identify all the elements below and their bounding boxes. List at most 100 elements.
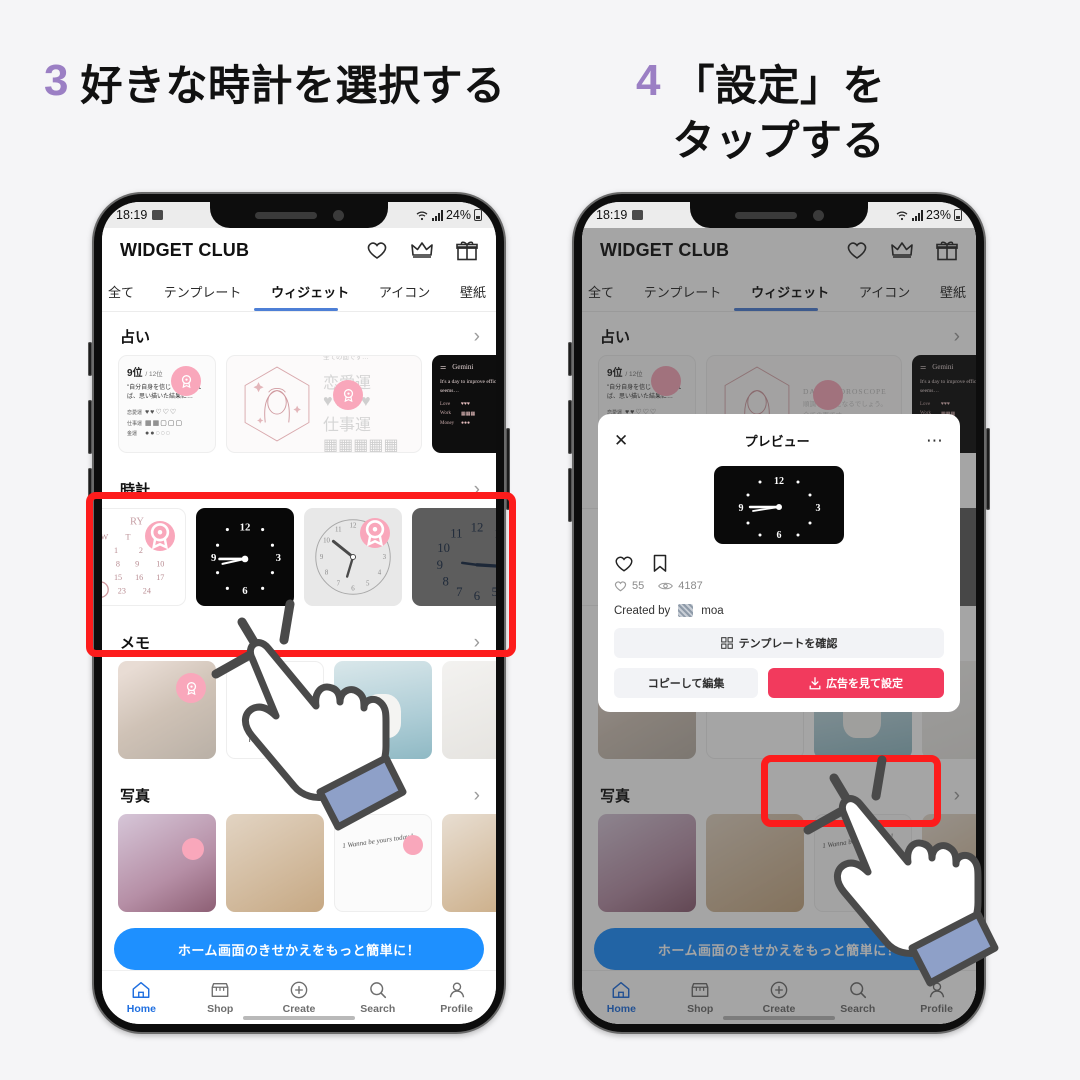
wifi-icon <box>416 211 428 220</box>
status-time: 18:19 <box>116 208 148 222</box>
photo-card[interactable] <box>442 814 496 912</box>
section-header-clock[interactable]: 時計 › <box>102 465 496 508</box>
battery-icon <box>474 209 482 221</box>
tab-template[interactable]: テンプレート <box>160 282 246 301</box>
black-clock-face: 12 3 6 9 <box>211 522 282 598</box>
tabbar-label: Shop <box>207 1003 234 1015</box>
volume-up-button[interactable] <box>88 400 92 454</box>
fortune-card-row[interactable]: 9位 / 12位 "自分自身を信じて行動すれば、思い描いた結果に… 恋愛運 ♥♥… <box>102 355 496 465</box>
photo-card[interactable] <box>226 814 324 912</box>
premium-badge-icon <box>403 835 423 855</box>
section-title: 占い <box>120 329 151 346</box>
tabbar-item-home[interactable]: Home <box>102 980 181 1015</box>
gray-clock-widget-card[interactable]: 12123 4567 891011 <box>412 508 496 606</box>
zodiac-glyph: ⚌ <box>440 363 447 371</box>
more-horizontal-icon[interactable]: ⋯ <box>926 432 944 449</box>
bookmark-icon[interactable] <box>652 554 668 573</box>
section-title: 時計 <box>120 482 151 499</box>
battery-icon <box>954 209 962 221</box>
svg-text:9: 9 <box>739 503 744 514</box>
tabbar-item-create[interactable]: Create <box>260 980 339 1015</box>
chevron-right-icon[interactable]: › <box>474 633 480 652</box>
svg-text:12: 12 <box>350 523 357 530</box>
memo-card[interactable] <box>442 661 496 759</box>
tabbar-item-shop[interactable]: Shop <box>181 980 260 1015</box>
volume-up-button[interactable] <box>568 400 572 454</box>
battery-percent: 24% <box>445 208 471 222</box>
fortune-rank-card[interactable]: 9位 / 12位 "自分自身を信じて行動すれば、思い描いた結果に… 恋愛運 ♥♥… <box>118 355 216 453</box>
download-icon <box>809 676 821 689</box>
crown-icon[interactable] <box>410 240 434 260</box>
preview-clock-widget[interactable]: 12 3 6 9 <box>714 466 844 544</box>
svg-text:1: 1 <box>114 546 118 555</box>
tab-wallpaper[interactable]: 壁紙 <box>456 282 490 301</box>
app-header-left: WIDGET CLUB <box>102 228 496 272</box>
svg-text:24: 24 <box>143 586 151 595</box>
mute-switch[interactable] <box>88 342 92 376</box>
tab-all[interactable]: 全て <box>104 282 138 301</box>
category-tabs-left: 全て テンプレート ウィジェット アイコン 壁紙 <box>102 272 496 312</box>
right-phone-mockup: 18:19 23% WIDGET CLUB 全て テンプレート ウィジェット ア… <box>568 192 990 1034</box>
fortune-daily-card[interactable]: DAILY HOROSCOPE 順調な一日となるでしょう。全ての面です… 恋愛運… <box>226 355 422 453</box>
svg-text:6: 6 <box>242 585 248 597</box>
fortune-row-label: 金運 <box>127 431 138 437</box>
section-header-memo[interactable]: メモ › <box>102 618 496 661</box>
premium-badge-icon <box>171 366 201 396</box>
battery-percent: 23% <box>925 208 951 222</box>
modal-title: プレビュー <box>744 433 810 449</box>
photo-card[interactable] <box>118 814 216 912</box>
poster-stage: 3 好きな時計を選択する 4 「設定」を タップする 18:19 24% WID… <box>0 0 1080 1080</box>
zodiac-row-pips: ▦▦▦ <box>461 411 476 417</box>
tabbar-item-profile[interactable]: Profile <box>417 980 496 1015</box>
gray-clock-face: 12123 4567 891011 <box>437 521 496 603</box>
preview-stats: 55 4187 <box>614 580 944 592</box>
svg-text:9: 9 <box>211 552 216 564</box>
close-icon[interactable]: ✕ <box>614 432 628 449</box>
memo-card[interactable]: Make my day <box>226 661 324 759</box>
memo-card-row[interactable]: Make my day <box>102 661 496 771</box>
memo-card[interactable] <box>334 661 432 759</box>
tab-icon[interactable]: アイコン <box>375 282 434 301</box>
chevron-right-icon[interactable]: › <box>474 480 480 499</box>
active-tab-indicator <box>254 308 338 311</box>
copy-edit-button[interactable]: コピーして編集 <box>614 668 759 698</box>
section-header-fortune[interactable]: 占い › <box>102 312 496 355</box>
home-indicator <box>243 1016 355 1020</box>
clock-card-row[interactable]: RY WTS 12 78910 14151617 222324 <box>102 508 496 618</box>
svg-text:10: 10 <box>156 560 164 569</box>
svg-text:6: 6 <box>777 530 782 541</box>
zodiac-row-pips: ♥♥♥ <box>461 401 470 407</box>
promo-banner-left[interactable]: ホーム画面のきせかえをもっと簡単に！ <box>114 928 484 970</box>
photo-card[interactable]: 1 Wanna be yours today ! <box>334 814 432 912</box>
photo-card-row[interactable]: 1 Wanna be yours today ! <box>102 814 496 924</box>
volume-down-button[interactable] <box>88 468 92 522</box>
fortune-zodiac-card[interactable]: ⚌ Gemini It's a day to improve efficienc… <box>432 355 496 453</box>
svg-text:11: 11 <box>335 527 342 534</box>
mute-switch[interactable] <box>568 342 572 376</box>
created-by-label: Created by <box>614 604 671 617</box>
tabbar-item-search[interactable]: Search <box>338 980 417 1015</box>
tab-widget[interactable]: ウィジェット <box>267 282 353 301</box>
check-template-button[interactable]: テンプレートを確認 <box>614 628 944 658</box>
gift-icon[interactable] <box>456 240 478 261</box>
heart-icon[interactable] <box>366 240 388 260</box>
light-clock-widget-card[interactable]: 12123 4567 891011 <box>304 508 402 606</box>
tabbar-label: Search <box>360 1003 396 1015</box>
power-button[interactable] <box>986 428 990 510</box>
tabbar-label: Create <box>282 1003 316 1015</box>
watch-ad-set-button[interactable]: 広告を見て設定 <box>768 668 944 698</box>
power-button[interactable] <box>506 428 510 510</box>
memo-card[interactable] <box>118 661 216 759</box>
zodiac-name: Gemini <box>452 363 474 371</box>
chevron-right-icon[interactable]: › <box>474 786 480 805</box>
svg-text:1: 1 <box>494 526 496 540</box>
section-header-photo[interactable]: 写真 › <box>102 771 496 814</box>
decorative-blob <box>261 706 288 723</box>
black-clock-widget-card[interactable]: 12 3 6 9 <box>196 508 294 606</box>
signal-icon <box>431 209 443 221</box>
calendar-widget-card[interactable]: RY WTS 12 78910 14151617 222324 <box>102 508 186 606</box>
heart-icon[interactable] <box>614 554 634 573</box>
volume-down-button[interactable] <box>568 468 572 522</box>
chevron-right-icon[interactable]: › <box>474 327 480 346</box>
tabbar-label: Profile <box>440 1003 473 1015</box>
